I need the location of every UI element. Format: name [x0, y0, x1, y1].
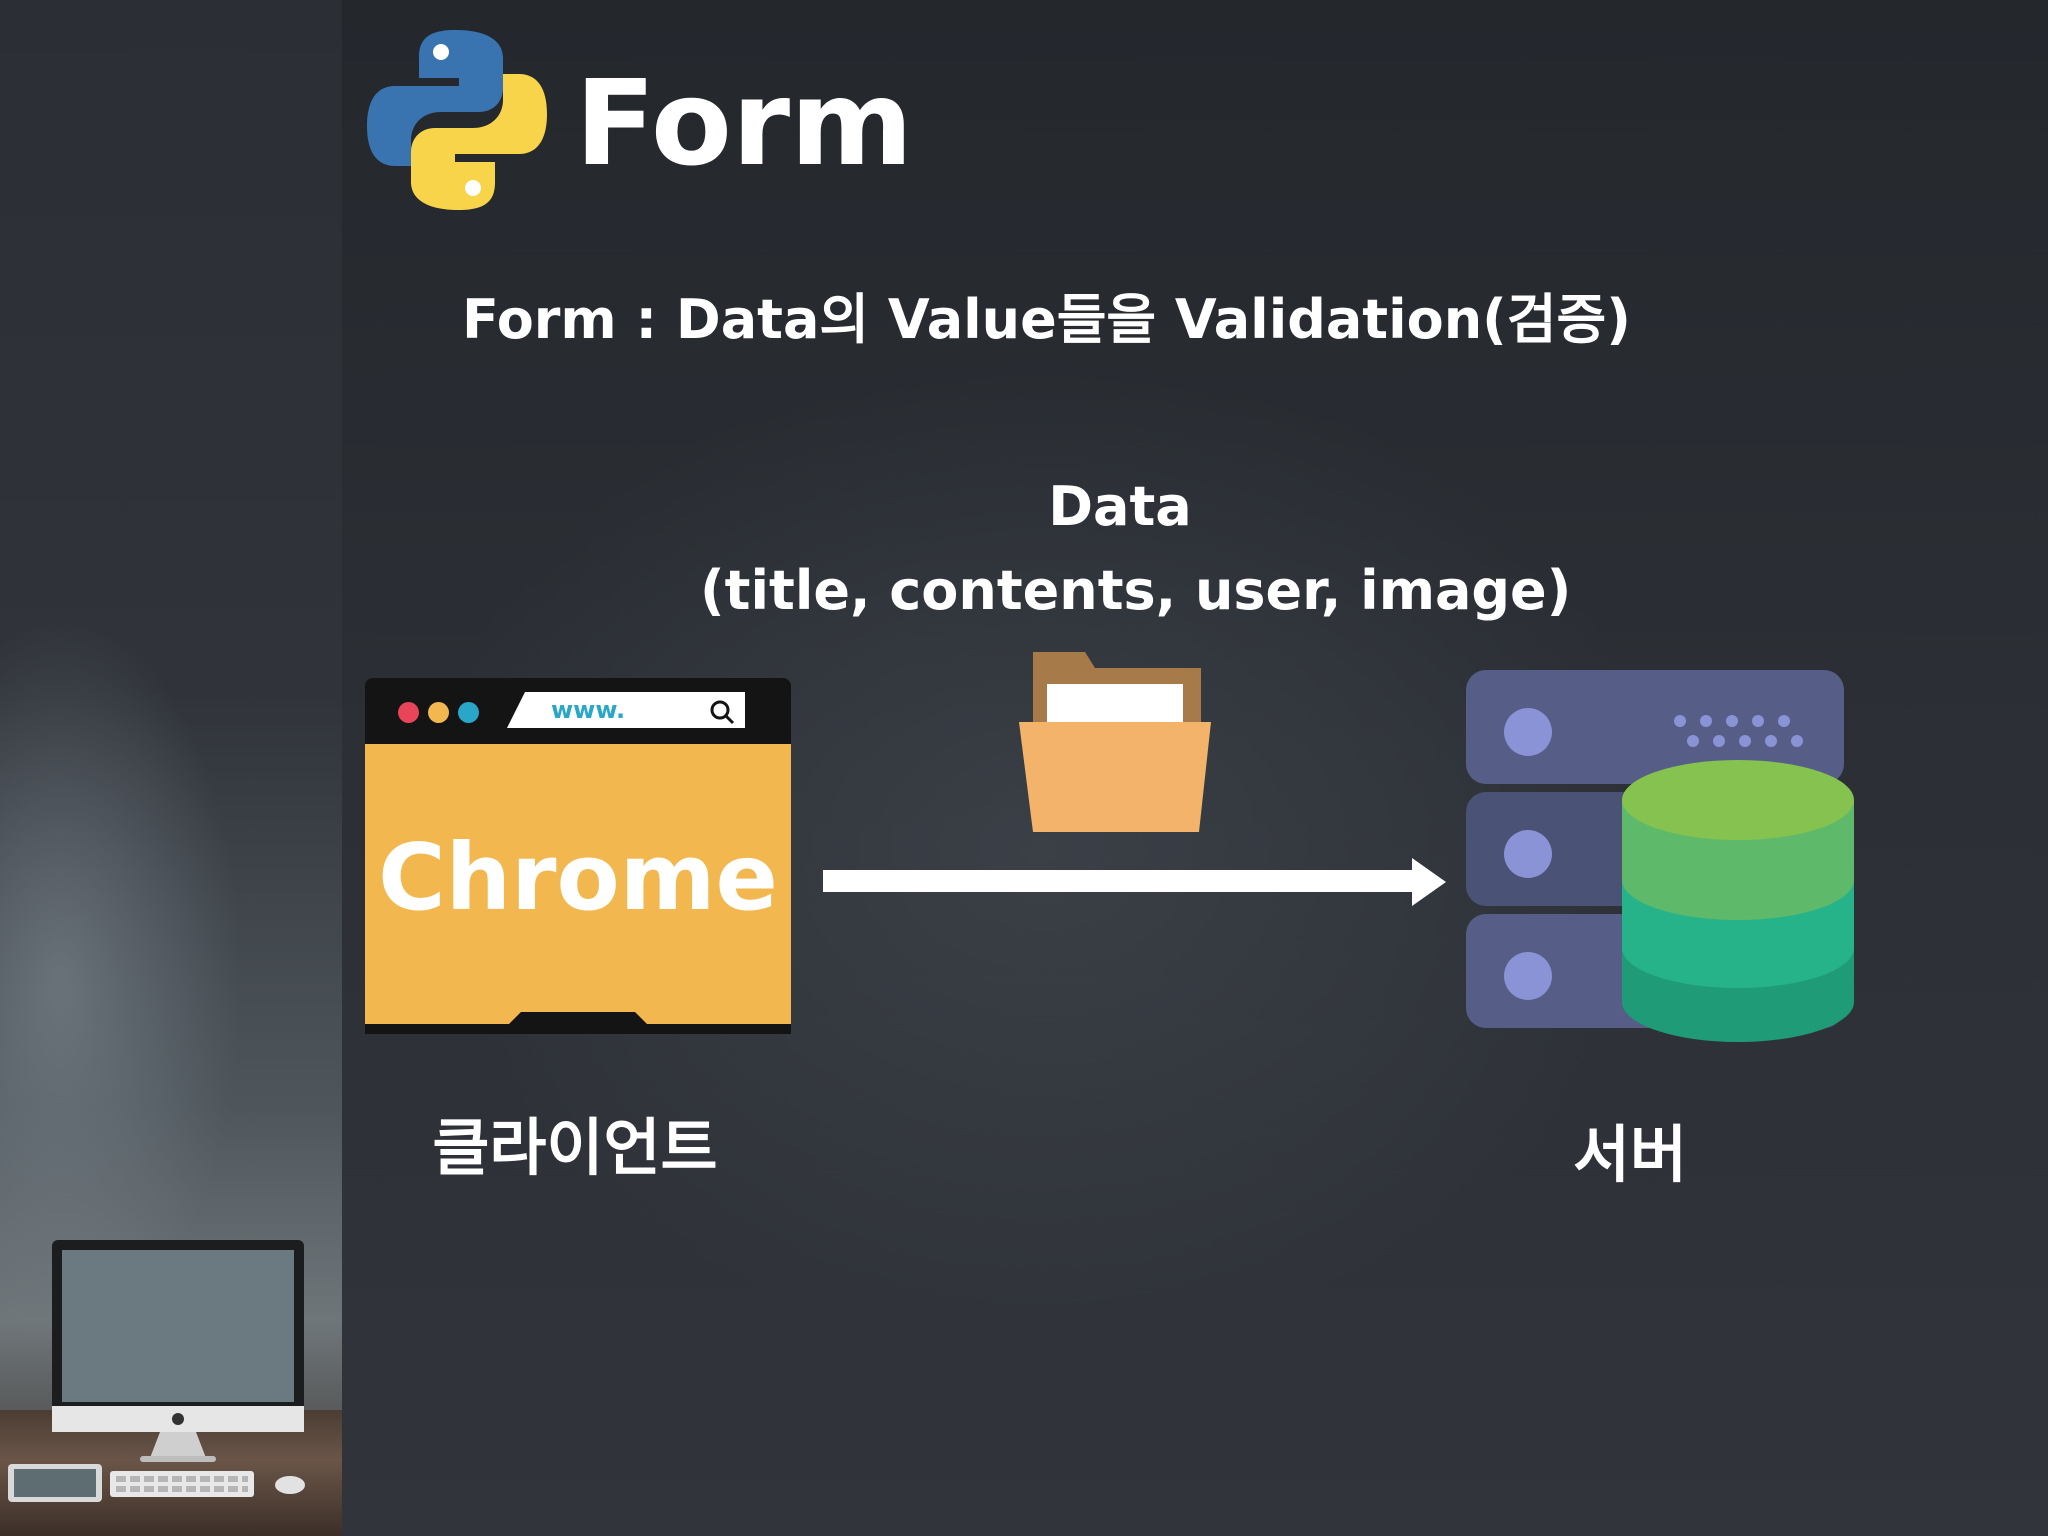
data-fields-label: (title, contents, user, image) — [700, 559, 1572, 622]
page-title: Form — [575, 54, 914, 192]
folder-icon — [1019, 652, 1211, 832]
python-logo-icon — [367, 30, 547, 210]
minimize-dot-icon — [428, 702, 449, 723]
client-label: 클라이언트 — [432, 1111, 718, 1184]
close-dot-icon — [398, 702, 419, 723]
database-icon — [1622, 760, 1854, 1042]
address-bar: www. — [507, 692, 745, 728]
search-icon — [710, 700, 735, 725]
form-definition-text: Form : Data의 Value들을 Validation(검증) — [462, 288, 1631, 351]
maximize-dot-icon — [458, 702, 479, 723]
browser-window-illustration: www. Chrome — [365, 678, 791, 1038]
address-bar-text: www. — [551, 696, 626, 724]
browser-toolbar: www. — [365, 678, 791, 744]
browser-name: Chrome — [378, 824, 778, 931]
data-label: Data — [1048, 475, 1192, 538]
decorative-side-panel — [0, 0, 342, 1536]
mouse-icon — [275, 1476, 305, 1494]
server-label: 서버 — [1572, 1118, 1688, 1191]
arrow-right-icon — [823, 870, 1418, 892]
tablet-icon — [8, 1464, 102, 1502]
browser-bottom-bar — [365, 1024, 791, 1034]
arrow-head-icon — [1412, 858, 1446, 906]
